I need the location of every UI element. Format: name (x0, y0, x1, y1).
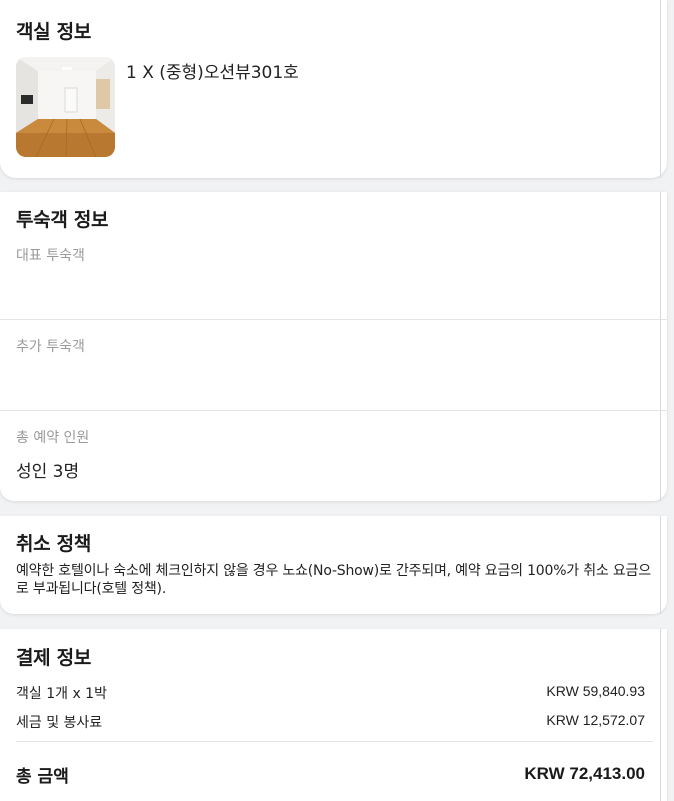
room-photo-image (16, 57, 115, 157)
room-photo[interactable] (16, 57, 115, 157)
section-divider (0, 410, 667, 411)
payment-info-card: 결제 정보 객실 1개 x 1박 KRW 59,840.93 세금 및 봉사료 … (0, 629, 667, 801)
tax-value: KRW 12,572.07 (546, 712, 645, 728)
room-info-title: 객실 정보 (16, 21, 92, 43)
cancellation-policy-card: 취소 정책 예약한 호텔이나 숙소에 체크인하지 않을 경우 노쇼(No-Sho… (0, 516, 667, 614)
total-divider (16, 741, 653, 742)
cancellation-policy-text: 예약한 호텔이나 숙소에 체크인하지 않을 경우 노쇼(No-Show)로 간주… (16, 563, 651, 597)
payment-info-title: 결제 정보 (16, 647, 92, 669)
room-charge-label: 객실 1개 x 1박 (16, 686, 107, 702)
room-name: 1 X (중형)오션뷰301호 (126, 63, 299, 83)
total-amount-value: KRW 72,413.00 (524, 764, 645, 783)
total-guests-value: 성인 3명 (16, 462, 80, 482)
total-guests-label: 총 예약 인원 (16, 430, 90, 446)
guest-info-title: 투숙객 정보 (16, 209, 109, 231)
scroll-divider (660, 192, 661, 501)
cancellation-policy-title: 취소 정책 (16, 533, 92, 555)
additional-guest-label: 추가 투숙객 (16, 339, 85, 355)
scroll-divider (660, 0, 661, 178)
scroll-divider (660, 629, 661, 801)
primary-guest-label: 대표 투숙객 (16, 248, 85, 264)
room-charge-value: KRW 59,840.93 (546, 683, 645, 699)
room-info-card: 객실 정보 1 X (중형)오션뷰301호 (0, 0, 667, 178)
total-amount-label: 총 금액 (16, 767, 69, 787)
tax-label: 세금 및 봉사료 (16, 715, 103, 731)
section-divider (0, 319, 667, 320)
guest-info-card: 투숙객 정보 대표 투숙객 추가 투숙객 총 예약 인원 성인 3명 (0, 192, 667, 501)
